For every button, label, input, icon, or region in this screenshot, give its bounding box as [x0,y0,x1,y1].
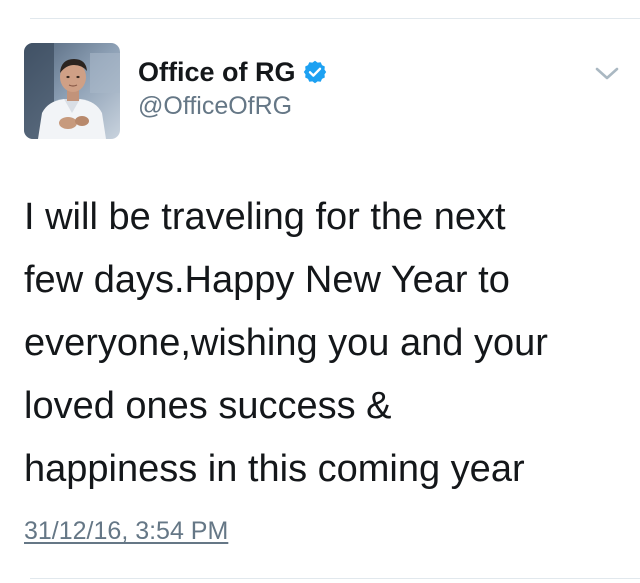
tweet-text-line: everyone,wishing you and your [24,322,548,364]
tweet-text-line: I will be traveling for the next [24,196,506,238]
name-row: Office of RG [138,54,327,90]
tweet-timestamp-link[interactable]: 31/12/16, 3:54 PM [24,514,228,548]
tweet-header: Office of RG @OfficeOfRG [24,43,620,139]
top-divider [30,18,640,19]
verified-badge-icon [303,60,327,84]
display-name[interactable]: Office of RG [138,54,296,90]
user-handle[interactable]: @OfficeOfRG [138,89,327,123]
profile-photo-icon [24,43,120,139]
bottom-divider [30,578,640,579]
tweet-text-line: few days.Happy New Year to [24,259,510,301]
tweet-text: I will be traveling for the next few day… [24,186,624,501]
tweet-text-line: happiness in this coming year [24,448,525,490]
avatar[interactable] [24,43,120,139]
chevron-down-icon[interactable] [594,65,620,83]
tweet-text-line: loved ones success & [24,385,392,427]
author-info[interactable]: Office of RG @OfficeOfRG [138,54,327,123]
